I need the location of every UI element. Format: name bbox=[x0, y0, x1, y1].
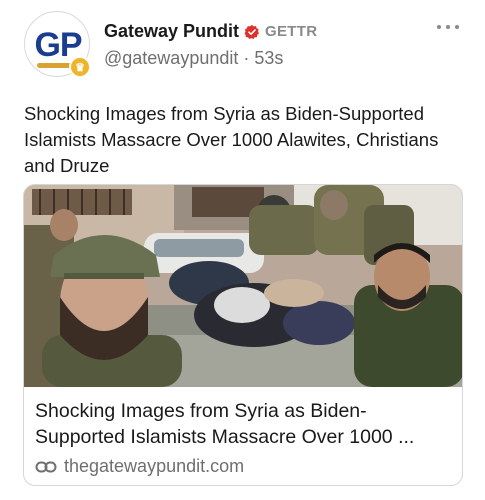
link-preview-domain: thegatewaypundit.com bbox=[64, 456, 245, 476]
post-text: Shocking Images from Syria as Biden-Supp… bbox=[24, 103, 439, 176]
verified-badge-icon bbox=[244, 24, 260, 39]
gettr-post: GP ♛ Gateway Pundit GETTR @gatewaypundit… bbox=[0, 0, 485, 500]
more-dot bbox=[437, 25, 441, 29]
more-dot bbox=[446, 25, 450, 29]
handle-row: @gatewaypundit · 53s bbox=[104, 48, 283, 69]
handle[interactable]: @gatewaypundit bbox=[104, 48, 238, 68]
timestamp: 53s bbox=[254, 48, 284, 68]
link-preview-title: Shocking Images from Syria as Biden-Supp… bbox=[35, 400, 415, 448]
preview-photo bbox=[24, 185, 462, 387]
link-icon bbox=[35, 461, 57, 472]
display-name[interactable]: Gateway Pundit bbox=[104, 21, 239, 42]
platform-label: GETTR bbox=[265, 23, 318, 40]
link-preview-image bbox=[24, 185, 462, 387]
link-preview-domain-row: thegatewaypundit.com bbox=[35, 456, 244, 477]
meta-separator: · bbox=[243, 48, 250, 68]
more-dot bbox=[455, 25, 459, 29]
avatar[interactable]: GP ♛ bbox=[24, 11, 91, 78]
crown-badge-icon: ♛ bbox=[69, 56, 91, 78]
author-name-row: Gateway Pundit GETTR bbox=[104, 21, 317, 42]
link-preview-card[interactable]: Shocking Images from Syria as Biden-Supp… bbox=[23, 184, 463, 486]
more-options-icon[interactable] bbox=[437, 20, 463, 34]
